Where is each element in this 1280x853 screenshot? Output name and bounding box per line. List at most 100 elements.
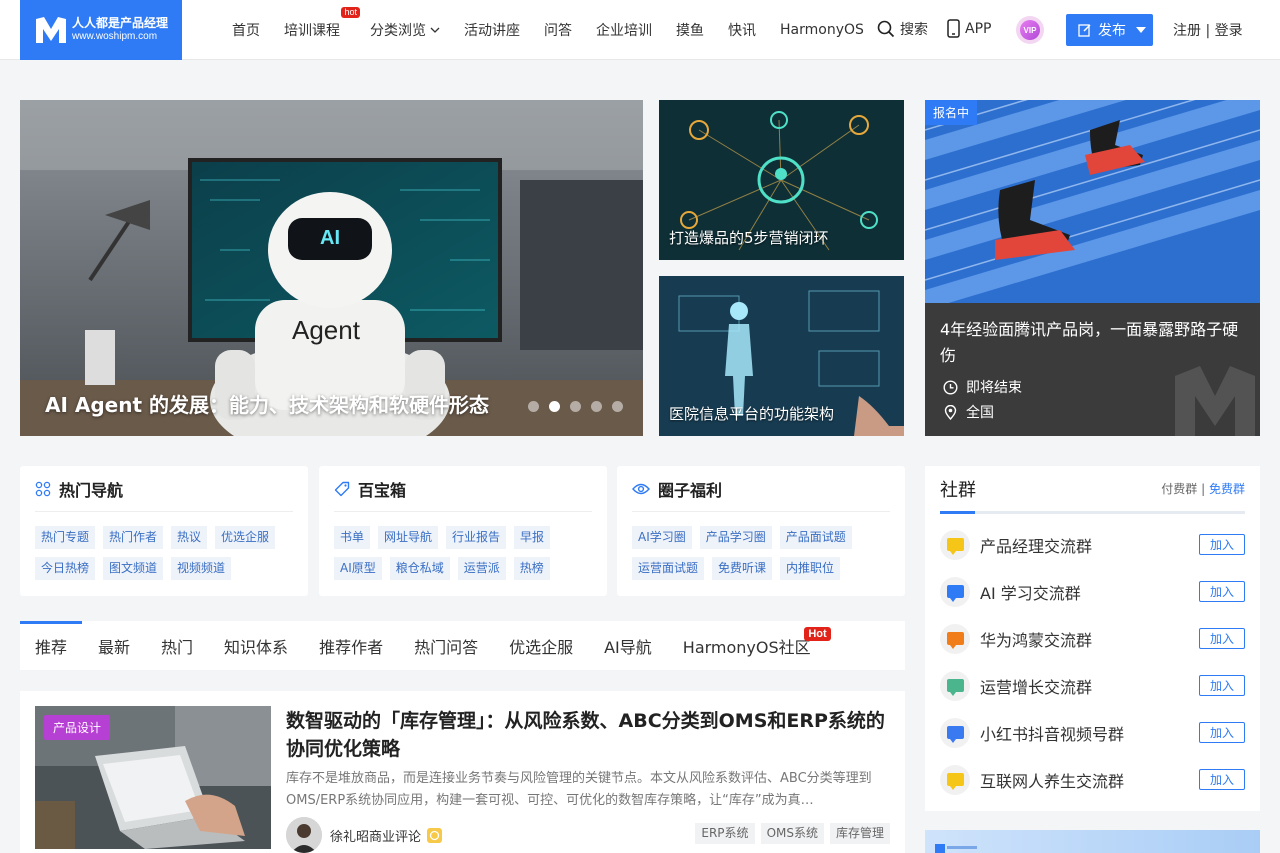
- event-location-label: 全国: [966, 405, 994, 421]
- tab-ai-nav[interactable]: AI导航: [604, 621, 652, 670]
- author-avatar[interactable]: [286, 817, 322, 853]
- tab-recommended[interactable]: 推荐: [19, 621, 83, 670]
- nav-events[interactable]: 活动讲座: [464, 20, 520, 40]
- tab-label: HarmonyOS社区: [682, 637, 811, 657]
- nav-enterprise[interactable]: 企业培训: [596, 20, 652, 40]
- tag-link[interactable]: 产品学习圈: [699, 526, 772, 549]
- nav-moyu[interactable]: 摸鱼: [676, 20, 704, 40]
- join-button[interactable]: 加入: [1199, 769, 1245, 790]
- tag-link[interactable]: 运营面试题: [632, 557, 705, 580]
- event-card[interactable]: 报名中 4年经验面腾讯产品岗，一面暴露野路子硬伤 即将结束 全国: [925, 100, 1260, 436]
- tab-harmonyos-community[interactable]: HarmonyOS社区 Hot: [682, 621, 831, 670]
- community-title: 社群: [940, 479, 976, 501]
- tab-latest[interactable]: 最新: [98, 621, 130, 670]
- hot-badge: Hot: [804, 627, 831, 641]
- carousel-dot[interactable]: [612, 401, 623, 412]
- join-button[interactable]: 加入: [1199, 722, 1245, 743]
- tag-link[interactable]: 早报: [514, 526, 551, 549]
- chat-bubble-icon: [940, 529, 970, 560]
- logo-name: 人人都是产品经理: [72, 16, 169, 31]
- tab-knowledge[interactable]: 知识体系: [224, 621, 288, 670]
- stairs-image: [925, 100, 1260, 303]
- article-tag[interactable]: 库存管理: [829, 823, 890, 844]
- tag-link[interactable]: 图文频道: [103, 557, 164, 580]
- join-button[interactable]: 加入: [1199, 628, 1245, 649]
- app-button[interactable]: APP: [947, 19, 991, 38]
- article-tag[interactable]: ERP系统: [695, 823, 755, 844]
- article-title[interactable]: 数智驱动的「库存管理」：从风险系数、ABC分类到OMS和ERP系统的协同优化策略: [286, 707, 886, 763]
- nav-browse[interactable]: 分类浏览: [370, 20, 440, 40]
- community-item: 华为鸿蒙交流群 加入: [940, 615, 1245, 662]
- tag-link[interactable]: 热门专题: [35, 526, 96, 549]
- grid-icon: [35, 481, 51, 496]
- tag-link[interactable]: AI学习圈: [632, 526, 692, 549]
- tag-link[interactable]: 粮仓私域: [389, 557, 450, 580]
- tag-link[interactable]: 网址导航: [378, 526, 439, 549]
- tag-link[interactable]: 产品面试题: [779, 526, 852, 549]
- community-item: 运营增长交流群 加入: [940, 662, 1245, 709]
- carousel-dot[interactable]: [591, 401, 602, 412]
- author-photo: [286, 817, 322, 853]
- nav-courses[interactable]: 培训课程 hot: [284, 7, 360, 40]
- search-button[interactable]: 搜索: [877, 19, 928, 39]
- tag-link[interactable]: 热门作者: [103, 526, 164, 549]
- event-time-label: 即将结束: [966, 380, 1022, 396]
- nav-browse-label: 分类浏览: [370, 23, 426, 39]
- community-name: 小红书抖音视频号群: [980, 724, 1125, 744]
- tag-link[interactable]: 内推职位: [780, 557, 841, 580]
- publish-button[interactable]: 发布: [1066, 14, 1153, 46]
- hero-card-marketing[interactable]: 打造爆品的5步营销闭环: [659, 100, 904, 260]
- tab-hot[interactable]: 热门: [161, 621, 193, 670]
- carousel-dots: [528, 401, 623, 412]
- event-image: [925, 100, 1260, 303]
- paid-group-link[interactable]: 付费群: [1161, 482, 1197, 496]
- tab-authors[interactable]: 推荐作者: [319, 621, 383, 670]
- nav-harmonyos[interactable]: HarmonyOS: [780, 22, 864, 38]
- tag-link[interactable]: 运营派: [457, 557, 506, 580]
- carousel-dot-active[interactable]: [549, 401, 560, 412]
- tag-link[interactable]: 今日热榜: [35, 557, 96, 580]
- tab-services[interactable]: 优选企服: [509, 621, 573, 670]
- clock-icon: [943, 379, 958, 395]
- article-author[interactable]: 徐礼昭商业评论: [286, 817, 443, 853]
- article-thumbnail[interactable]: 产品设计: [35, 706, 271, 849]
- tag-link[interactable]: 热榜: [513, 557, 550, 580]
- hero-title[interactable]: AI Agent 的发展：能力、技术架构和软硬件形态: [45, 389, 489, 418]
- nav-home[interactable]: 首页: [232, 20, 260, 40]
- logo-url: www.woshipm.com: [72, 31, 158, 43]
- tag-link[interactable]: AI原型: [334, 557, 382, 580]
- sidebar-banner[interactable]: [925, 830, 1260, 853]
- main-nav: 首页 培训课程 hot 分类浏览 活动讲座 问答 企业培训 摸鱼 快讯 Harmo…: [232, 0, 888, 60]
- community-item: AI 学习交流群 加入: [940, 568, 1245, 615]
- join-button[interactable]: 加入: [1199, 534, 1245, 555]
- author-name[interactable]: 徐礼昭商业评论: [330, 826, 421, 845]
- tag-link[interactable]: 视频频道: [171, 557, 232, 580]
- box-title: 圈子福利: [658, 480, 723, 500]
- vip-icon[interactable]: VIP: [1016, 16, 1044, 44]
- carousel-dot[interactable]: [570, 401, 581, 412]
- hero-card-hospital[interactable]: 医院信息平台的功能架构: [659, 276, 904, 436]
- hero-carousel[interactable]: AI Agent AI Agent 的发展：能力、技术架构和软硬件形态: [20, 100, 643, 436]
- login-register-link[interactable]: 注册 | 登录: [1173, 20, 1243, 40]
- tab-hot-qa[interactable]: 热门问答: [414, 621, 478, 670]
- site-logo[interactable]: 人人都是产品经理 www.woshipm.com: [20, 0, 182, 60]
- tag-icon: [334, 481, 350, 496]
- tag-link[interactable]: 书单: [334, 526, 371, 549]
- nav-news[interactable]: 快讯: [728, 20, 756, 40]
- article-category-badge[interactable]: 产品设计: [44, 715, 111, 740]
- hero-robot-image: [20, 100, 643, 436]
- nav-qa[interactable]: 问答: [544, 20, 572, 40]
- tag-link[interactable]: 免费听课: [712, 557, 773, 580]
- article-tag[interactable]: OMS系统: [760, 823, 824, 844]
- chat-bubble-icon: [940, 764, 970, 795]
- tag-link[interactable]: 优选企服: [215, 526, 276, 549]
- tag-link[interactable]: 行业报告: [446, 526, 507, 549]
- join-button[interactable]: 加入: [1199, 581, 1245, 602]
- tag-link[interactable]: 热议: [171, 526, 208, 549]
- free-group-link[interactable]: 免费群: [1209, 482, 1245, 496]
- publish-label: 发布: [1098, 23, 1126, 39]
- chat-bubble-icon: [940, 576, 970, 607]
- circle-benefits-box: 圈子福利 AI学习圈 产品学习圈 产品面试题 运营面试题 免费听课 内推职位: [617, 466, 905, 596]
- carousel-dot[interactable]: [528, 401, 539, 412]
- join-button[interactable]: 加入: [1199, 675, 1245, 696]
